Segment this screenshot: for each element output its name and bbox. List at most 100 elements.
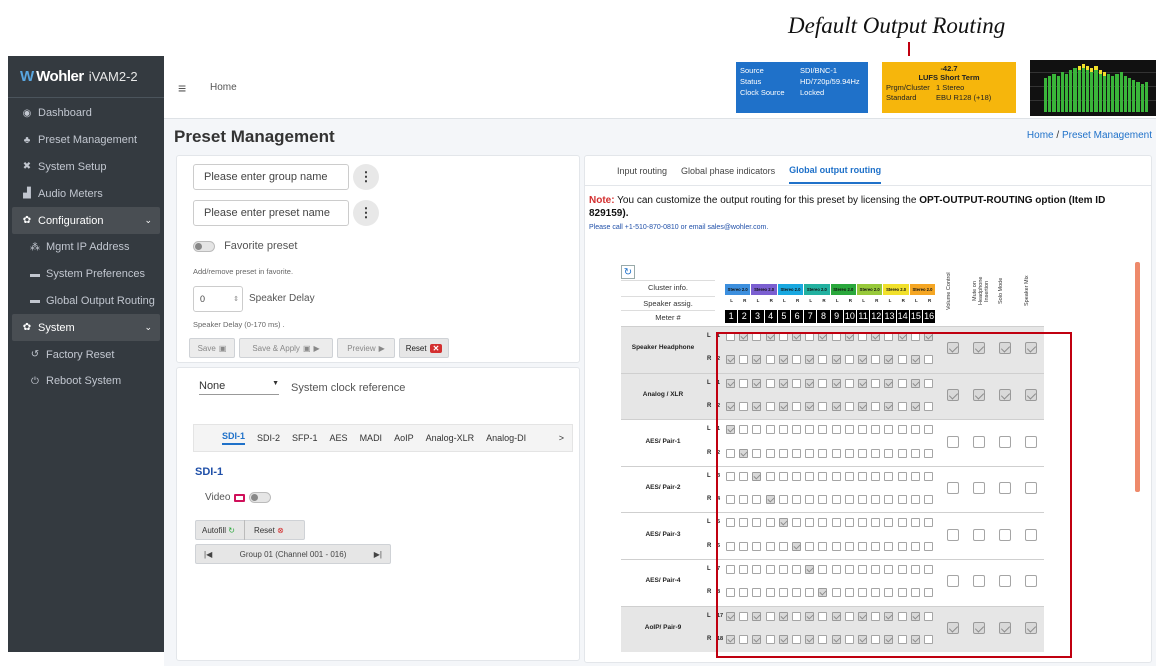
- tab-analog-di[interactable]: Analog-DI: [486, 433, 526, 443]
- routing-checkbox[interactable]: [726, 471, 735, 481]
- routing-checkbox[interactable]: [739, 378, 749, 388]
- option-checkbox[interactable]: [999, 435, 1012, 448]
- routing-checkbox[interactable]: [910, 425, 920, 435]
- routing-checkbox[interactable]: [871, 518, 881, 528]
- routing-checkbox[interactable]: [858, 448, 867, 458]
- routing-checkbox[interactable]: [818, 378, 828, 388]
- routing-checkbox[interactable]: [778, 565, 788, 574]
- option-checkbox[interactable]: [947, 482, 960, 495]
- speaker-delay-input[interactable]: 0 ⇕: [193, 286, 243, 312]
- routing-checkbox[interactable]: [818, 471, 828, 481]
- routing-checkbox[interactable]: [910, 401, 920, 411]
- routing-checkbox[interactable]: [831, 448, 841, 458]
- routing-checkbox[interactable]: [818, 518, 828, 528]
- routing-checkbox[interactable]: [792, 401, 801, 411]
- routing-checkbox[interactable]: [792, 332, 801, 341]
- preset-menu-button[interactable]: ⋮: [353, 200, 379, 226]
- routing-checkbox[interactable]: [778, 541, 788, 551]
- tab-input-routing[interactable]: Input routing: [617, 166, 667, 176]
- routing-checkbox[interactable]: [818, 401, 828, 411]
- routing-checkbox[interactable]: [752, 495, 762, 505]
- routing-checkbox[interactable]: [871, 401, 881, 411]
- option-checkbox[interactable]: [999, 575, 1012, 588]
- routing-checkbox[interactable]: [778, 378, 788, 388]
- clock-reference-select[interactable]: None ▼: [199, 380, 279, 395]
- option-checkbox[interactable]: [947, 528, 960, 541]
- routing-checkbox[interactable]: [884, 448, 894, 458]
- option-checkbox[interactable]: [947, 388, 960, 401]
- option-checkbox[interactable]: [973, 621, 986, 634]
- routing-checkbox[interactable]: [818, 495, 828, 505]
- routing-checkbox[interactable]: [778, 355, 788, 365]
- routing-checkbox[interactable]: [778, 588, 788, 598]
- routing-checkbox[interactable]: [884, 355, 894, 365]
- routing-checkbox[interactable]: [844, 518, 854, 528]
- refresh-icon[interactable]: ↻: [621, 265, 635, 279]
- routing-checkbox[interactable]: [897, 425, 907, 435]
- routing-checkbox[interactable]: [818, 588, 828, 598]
- routing-checkbox[interactable]: [871, 541, 881, 551]
- option-checkbox[interactable]: [999, 621, 1012, 634]
- tab-madi[interactable]: MADI: [360, 433, 383, 443]
- routing-checkbox[interactable]: [858, 378, 867, 388]
- routing-checkbox[interactable]: [792, 541, 801, 551]
- routing-checkbox[interactable]: [897, 634, 907, 644]
- spinner-icon[interactable]: ⇕: [233, 295, 239, 303]
- routing-checkbox[interactable]: [924, 541, 933, 551]
- video-toggle[interactable]: [249, 492, 272, 503]
- routing-checkbox[interactable]: [924, 378, 933, 388]
- option-checkbox[interactable]: [973, 575, 986, 588]
- routing-checkbox[interactable]: [910, 611, 920, 621]
- routing-checkbox[interactable]: [818, 425, 828, 435]
- routing-checkbox[interactable]: [871, 634, 881, 644]
- option-checkbox[interactable]: [1025, 342, 1038, 355]
- routing-checkbox[interactable]: [805, 634, 815, 644]
- routing-checkbox[interactable]: [805, 332, 815, 341]
- routing-checkbox[interactable]: [910, 471, 920, 481]
- routing-checkbox[interactable]: [831, 588, 841, 598]
- tab-sdi-1[interactable]: SDI-1: [222, 431, 246, 445]
- routing-checkbox[interactable]: [739, 401, 749, 411]
- routing-checkbox[interactable]: [924, 471, 933, 481]
- routing-checkbox[interactable]: [726, 588, 735, 598]
- tabs-next-button[interactable]: >: [559, 433, 564, 443]
- save-button[interactable]: Save ▣: [189, 338, 235, 358]
- routing-checkbox[interactable]: [897, 448, 907, 458]
- routing-checkbox[interactable]: [752, 471, 762, 481]
- autofill-button[interactable]: Autofill ↻: [202, 526, 235, 535]
- routing-checkbox[interactable]: [884, 588, 894, 598]
- routing-checkbox[interactable]: [924, 401, 933, 411]
- routing-checkbox[interactable]: [897, 495, 907, 505]
- routing-checkbox[interactable]: [844, 495, 854, 505]
- routing-checkbox[interactable]: [831, 495, 841, 505]
- routing-checkbox[interactable]: [805, 471, 815, 481]
- routing-checkbox[interactable]: [844, 401, 854, 411]
- routing-checkbox[interactable]: [726, 378, 735, 388]
- routing-checkbox[interactable]: [726, 401, 735, 411]
- group-reset-button[interactable]: Reset ⊗: [254, 526, 284, 535]
- tab-sdi-2[interactable]: SDI-2: [257, 433, 280, 443]
- tab-sfp-1[interactable]: SFP-1: [292, 433, 318, 443]
- option-checkbox[interactable]: [947, 342, 960, 355]
- routing-checkbox[interactable]: [844, 471, 854, 481]
- routing-checkbox[interactable]: [752, 611, 762, 621]
- routing-checkbox[interactable]: [818, 541, 828, 551]
- routing-checkbox[interactable]: [831, 332, 841, 341]
- routing-checkbox[interactable]: [818, 611, 828, 621]
- option-checkbox[interactable]: [1025, 621, 1038, 634]
- routing-checkbox[interactable]: [897, 401, 907, 411]
- sidebar-item-global-output-routing[interactable]: ▬ Global Output Routing: [8, 288, 164, 315]
- sidebar-item-audio-meters[interactable]: ▟ Audio Meters: [8, 180, 164, 207]
- option-checkbox[interactable]: [1025, 435, 1038, 448]
- routing-checkbox[interactable]: [805, 495, 815, 505]
- routing-checkbox[interactable]: [765, 634, 775, 644]
- routing-checkbox[interactable]: [924, 588, 933, 598]
- routing-checkbox[interactable]: [897, 471, 907, 481]
- routing-checkbox[interactable]: [897, 588, 907, 598]
- routing-checkbox[interactable]: [924, 634, 933, 644]
- routing-checkbox[interactable]: [897, 565, 907, 574]
- routing-checkbox[interactable]: [752, 355, 762, 365]
- routing-checkbox[interactable]: [792, 518, 801, 528]
- routing-checkbox[interactable]: [844, 425, 854, 435]
- option-checkbox[interactable]: [999, 482, 1012, 495]
